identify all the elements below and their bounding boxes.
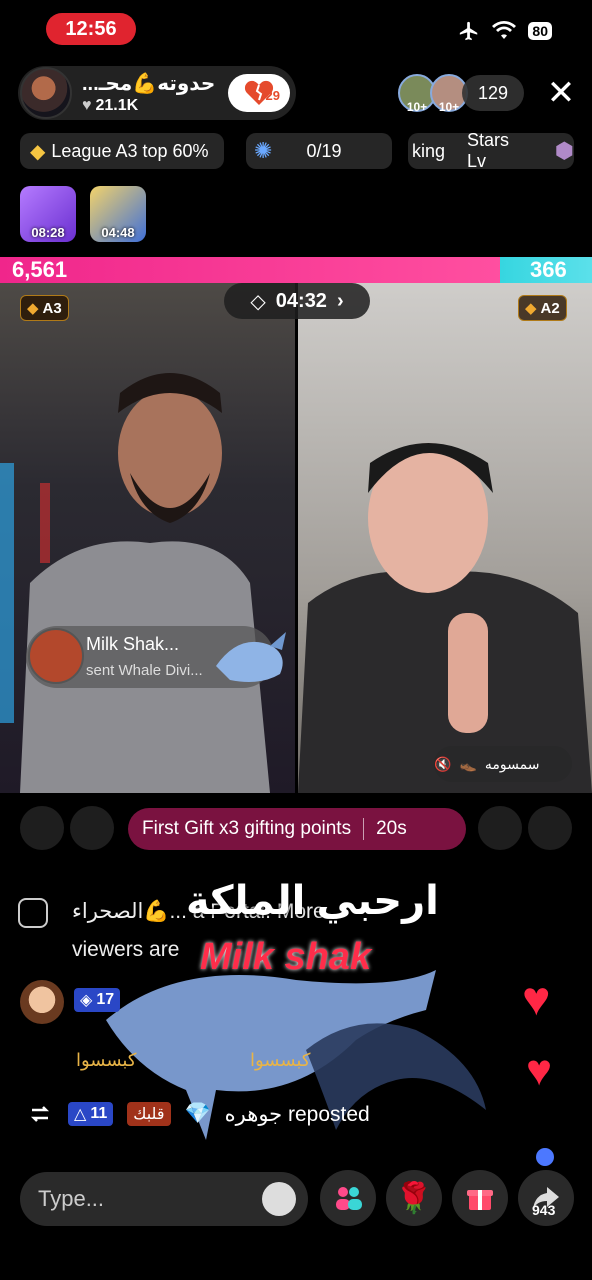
chevron-right-icon: › [336, 289, 344, 312]
league-label: League A3 top 60% [51, 140, 209, 161]
user-level-badge: ◈ 17 [74, 988, 121, 1012]
user-level: 17 [96, 991, 115, 1008]
mini-card-timer: 04:48 [101, 225, 135, 240]
welcome-overlay-arabic: ارحبي الملكة [186, 879, 439, 923]
league-chip[interactable]: ◆ League A3 top 60% [20, 133, 224, 169]
shop-icon [18, 898, 48, 928]
close-button[interactable]: ✕ [544, 76, 578, 110]
repost-message: △ 11 قلبك 💎 جوهره reposted [26, 1100, 370, 1128]
battery-indicator: 80 [528, 22, 552, 40]
gift-tag-left: كبسسوا [76, 1050, 137, 1070]
rank-label: A3 [42, 299, 62, 317]
gift-box-icon [467, 1190, 493, 1210]
battle-bar-left [0, 257, 500, 283]
host-card[interactable]: حدوته💪محـ... ♥ 21.1K 29 [18, 66, 296, 120]
contributor-avatar[interactable] [70, 806, 114, 850]
share-count: 943 [532, 1202, 556, 1218]
floating-heart-icon: ♥ [522, 973, 551, 1026]
host-likes-count: 21.1K [95, 97, 139, 114]
diamond-outline-icon: ◇ [250, 290, 266, 313]
host-name: حدوته💪محـ... [82, 73, 216, 95]
contributor-avatar[interactable] [20, 806, 64, 850]
first-gift-text: First Gift x3 gifting points [142, 818, 352, 839]
ranking-chip[interactable]: king Stars Lv ⬢ [408, 133, 574, 169]
rank-label: A2 [540, 299, 560, 317]
people-icon [336, 1187, 362, 1210]
top-viewers[interactable]: 10+ 10+ [398, 74, 470, 114]
airplane-icon [460, 21, 478, 41]
first-gift-banner[interactable]: First Gift x3 gifting points 20s [128, 808, 466, 850]
repost-fan-badge: قلبك [127, 1102, 171, 1126]
rose-gift-button[interactable]: 🌹 [386, 1170, 442, 1226]
comment-box[interactable] [20, 1172, 308, 1226]
mute-icon: 🔇 [434, 755, 452, 772]
viewer-count[interactable]: 129 [462, 75, 524, 111]
repost-text: جوهره reposted [224, 1102, 370, 1126]
stars-badge-icon: ⬢ [554, 138, 574, 163]
repost-level-badge: △ 11 [68, 1102, 114, 1126]
multi-guest-button[interactable] [320, 1170, 376, 1226]
gift-description: sent Whale Divi... [86, 662, 203, 679]
contributor-avatar[interactable] [478, 806, 522, 850]
diamond-icon: ◆ [30, 140, 46, 163]
level-diamond-icon: ◈ [80, 992, 93, 1009]
mini-card-timer: 08:28 [31, 225, 65, 240]
gem-icon: 💎 [184, 1102, 211, 1125]
heart-icon: ♥ [82, 97, 92, 114]
rank-badge-left: ◆ A3 [20, 295, 69, 321]
gift-notification[interactable]: Milk Shak... sent Whale Divi... [26, 626, 286, 688]
gift-button[interactable] [452, 1170, 508, 1226]
host-video-figure [0, 373, 270, 793]
video-right[interactable] [298, 283, 592, 793]
score-left: 6,561 [12, 257, 68, 282]
host-likes: ♥ 21.1K [82, 97, 138, 115]
first-gift-countdown: 20s [376, 818, 407, 839]
diamond-icon: ◆ [525, 300, 537, 317]
floating-heart-icon: ♥ [526, 1046, 553, 1095]
battle-timer-value: 04:32 [275, 289, 327, 312]
guest-avatar-icon: 👞 [459, 755, 477, 772]
gift-sender-name: Milk Shak... [86, 634, 180, 654]
battle-progress-bar [0, 257, 592, 283]
welcome-overlay-name: Milk shak [200, 936, 372, 978]
battle-timer[interactable]: ◇ 04:32 › [224, 283, 370, 319]
video-left[interactable] [0, 283, 295, 793]
share-indicator-icon [536, 1148, 554, 1166]
gift-tag-right: كبسسوا [250, 1050, 311, 1070]
mini-card-treasure[interactable]: 04:48 [90, 186, 146, 242]
follow-badge: 29 [265, 88, 280, 103]
repost-icon [30, 1106, 50, 1122]
guest-video-figure [298, 443, 592, 793]
comment-input[interactable] [38, 1172, 258, 1226]
mini-card-gift[interactable]: 08:28 [20, 186, 76, 242]
level-triangle-icon: △ [74, 1106, 87, 1123]
rose-icon: 🌹 [395, 1181, 433, 1215]
progress-label: 0/19 [306, 140, 342, 161]
guest-name-tag[interactable]: سمسومه 👞 🔇 [434, 746, 572, 782]
chat-user-avatar[interactable] [20, 980, 64, 1024]
contributor-avatar[interactable] [528, 806, 572, 850]
repost-level: 11 [90, 1105, 108, 1122]
firework-icon: ✺ [254, 138, 273, 163]
wifi-icon [492, 21, 517, 39]
ranking-label: king [412, 140, 446, 161]
rank-badge-right: ◆ A2 [518, 295, 567, 321]
close-icon: ✕ [546, 74, 576, 112]
guest-name: سمسومه [484, 755, 540, 772]
status-time: 12:56 [46, 13, 136, 45]
follow-button[interactable] [228, 74, 290, 112]
progress-chip[interactable]: ✺ 0/19 [246, 133, 392, 169]
gift-sender-avatar [28, 628, 84, 684]
viewer-badge: 10+ [438, 100, 460, 114]
status-bar: 12:56 80 [0, 0, 592, 60]
score-right: 366 [530, 257, 567, 282]
host-avatar[interactable] [20, 67, 72, 119]
stars-label: Stars Lv [467, 133, 510, 169]
emoji-icon[interactable] [262, 1182, 296, 1216]
divider [363, 818, 365, 840]
status-icons: 80 [458, 20, 552, 42]
diamond-icon: ◆ [27, 300, 39, 317]
viewer-badge: 10+ [406, 100, 428, 114]
whale-gift-icon [216, 632, 286, 682]
